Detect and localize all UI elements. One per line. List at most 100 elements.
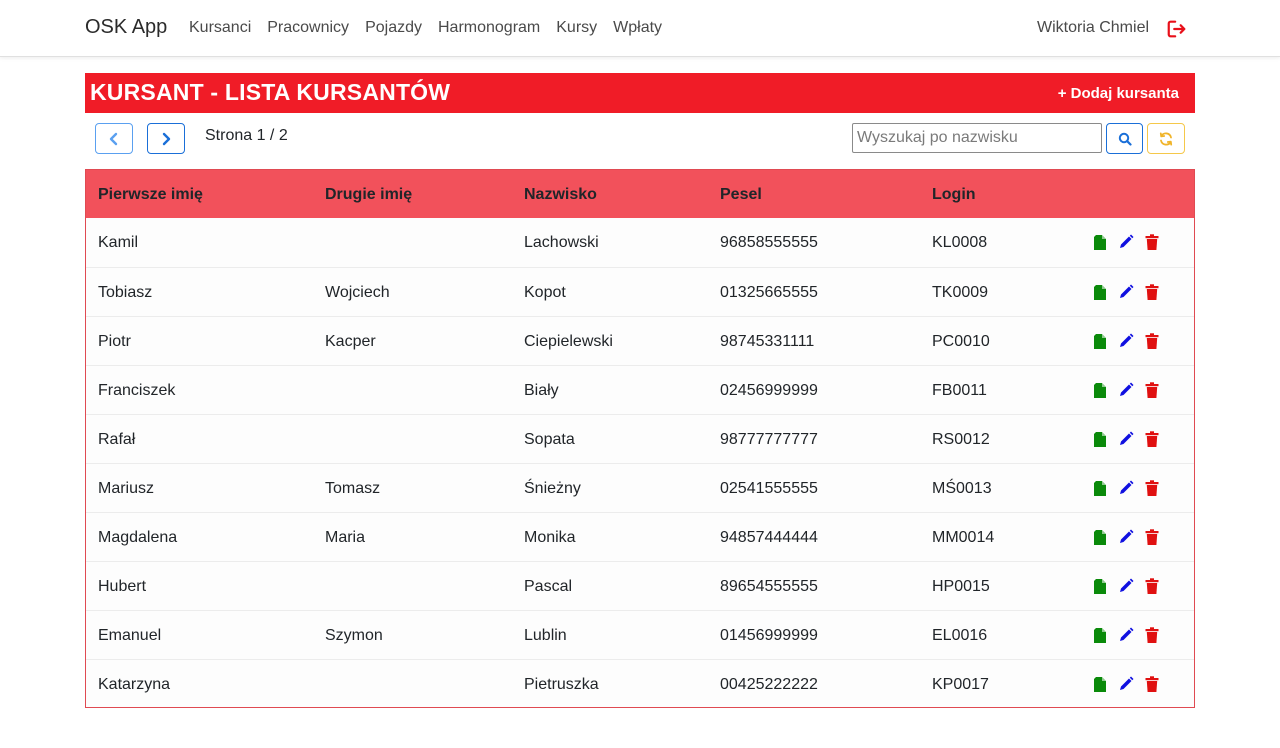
column-header-pesel[interactable]: Pesel <box>720 186 762 204</box>
nav-link-pracownicy[interactable]: Pracownicy <box>267 19 349 37</box>
prev-page-button[interactable] <box>95 123 133 154</box>
table-row: Emanuel Szymon Lublin 01456999999 EL0016 <box>86 610 1194 659</box>
pencil-icon <box>1120 578 1134 592</box>
last-name-cell: Sopata <box>524 431 575 448</box>
view-details-button[interactable] <box>1092 578 1108 595</box>
edit-button[interactable] <box>1118 529 1134 546</box>
view-details-button[interactable] <box>1092 382 1108 399</box>
last-name-cell: Ciepielewski <box>524 333 613 350</box>
edit-button[interactable] <box>1118 480 1134 497</box>
table-row: Mariusz Tomasz Śnieżny 02541555555 MŚ0013 <box>86 463 1194 512</box>
edit-button[interactable] <box>1118 627 1134 644</box>
trash-icon <box>1145 284 1159 300</box>
edit-button[interactable] <box>1118 382 1134 399</box>
edit-button[interactable] <box>1118 431 1134 448</box>
pesel-cell: 94857444444 <box>720 529 818 546</box>
table-row: Hubert Pascal 89654555555 HP0015 <box>86 561 1194 610</box>
login-cell: HP0015 <box>932 578 990 595</box>
search-input[interactable] <box>852 123 1102 153</box>
second-name-cell: Wojciech <box>325 284 390 301</box>
column-header-last-name[interactable]: Nazwisko <box>524 186 597 204</box>
login-cell: FB0011 <box>932 382 987 399</box>
delete-button[interactable] <box>1144 627 1160 644</box>
view-details-button[interactable] <box>1092 333 1108 350</box>
page-header: KURSANT - LISTA KURSANTÓW + Dodaj kursan… <box>85 73 1195 113</box>
nav-link-wplaty[interactable]: Wpłaty <box>613 19 662 37</box>
delete-button[interactable] <box>1144 284 1160 301</box>
edit-button[interactable] <box>1118 676 1134 693</box>
table-row: Kamil Lachowski 96858555555 KL0008 <box>86 218 1194 267</box>
delete-button[interactable] <box>1144 431 1160 448</box>
pencil-icon <box>1120 529 1134 543</box>
view-details-button[interactable] <box>1092 529 1108 546</box>
last-name-cell: Śnieżny <box>524 480 581 497</box>
app-brand[interactable]: OSK App <box>85 16 167 39</box>
trash-icon <box>1145 234 1159 250</box>
next-page-button[interactable] <box>147 123 185 154</box>
delete-button[interactable] <box>1144 676 1160 693</box>
edit-button[interactable] <box>1118 333 1134 350</box>
second-name-cell: Szymon <box>325 627 383 644</box>
last-name-cell: Kopot <box>524 284 566 301</box>
second-name-cell: Maria <box>325 529 366 546</box>
pencil-icon <box>1120 431 1134 445</box>
view-details-button[interactable] <box>1092 627 1108 644</box>
view-details-button[interactable] <box>1092 431 1108 448</box>
login-cell: KP0017 <box>932 676 989 693</box>
refresh-icon <box>1159 131 1173 146</box>
sign-out-icon[interactable] <box>1166 18 1188 40</box>
delete-button[interactable] <box>1144 382 1160 399</box>
page-title: KURSANT - LISTA KURSANTÓW <box>90 79 451 105</box>
file-icon <box>1094 235 1106 250</box>
navbar: OSK App Kursanci Pracownicy Pojazdy Harm… <box>0 0 1280 57</box>
pesel-cell: 98777777777 <box>720 431 818 448</box>
file-icon <box>1094 579 1106 594</box>
delete-button[interactable] <box>1144 234 1160 251</box>
edit-button[interactable] <box>1118 234 1134 251</box>
nav-link-kursanci[interactable]: Kursanci <box>189 19 251 37</box>
pesel-cell: 02456999999 <box>720 382 818 399</box>
table-row: Rafał Sopata 98777777777 RS0012 <box>86 414 1194 463</box>
view-details-button[interactable] <box>1092 480 1108 497</box>
file-icon <box>1094 530 1106 545</box>
add-student-button[interactable]: + Dodaj kursanta <box>1058 85 1179 102</box>
view-details-button[interactable] <box>1092 234 1108 251</box>
delete-button[interactable] <box>1144 578 1160 595</box>
refresh-button[interactable] <box>1147 123 1185 154</box>
nav-link-harmonogram[interactable]: Harmonogram <box>438 19 540 37</box>
first-name-cell: Mariusz <box>98 480 155 497</box>
file-icon <box>1094 677 1106 692</box>
last-name-cell: Lublin <box>524 627 567 644</box>
pencil-icon <box>1120 284 1134 298</box>
chevron-right-icon <box>162 132 171 145</box>
view-details-button[interactable] <box>1092 284 1108 301</box>
nav-link-pojazdy[interactable]: Pojazdy <box>365 19 422 37</box>
edit-button[interactable] <box>1118 578 1134 595</box>
pencil-icon <box>1120 333 1134 347</box>
search-button[interactable] <box>1106 123 1143 154</box>
pesel-cell: 98745331111 <box>720 333 815 350</box>
user-name[interactable]: Wiktoria Chmiel <box>1037 19 1149 37</box>
trash-icon <box>1145 627 1159 643</box>
first-name-cell: Piotr <box>98 333 131 350</box>
view-details-button[interactable] <box>1092 676 1108 693</box>
column-header-second-name[interactable]: Drugie imię <box>325 186 412 204</box>
delete-button[interactable] <box>1144 529 1160 546</box>
edit-button[interactable] <box>1118 284 1134 301</box>
trash-icon <box>1145 382 1159 398</box>
delete-button[interactable] <box>1144 480 1160 497</box>
delete-button[interactable] <box>1144 333 1160 350</box>
nav-link-kursy[interactable]: Kursy <box>556 19 597 37</box>
table-row: Magdalena Maria Monika 94857444444 MM0014 <box>86 512 1194 561</box>
pencil-icon <box>1120 234 1134 248</box>
last-name-cell: Pietruszka <box>524 676 599 693</box>
first-name-cell: Emanuel <box>98 627 162 644</box>
table-row: Tobiasz Wojciech Kopot 01325665555 TK0009 <box>86 267 1194 316</box>
first-name-cell: Franciszek <box>98 382 176 399</box>
first-name-cell: Kamil <box>98 234 139 251</box>
column-header-login[interactable]: Login <box>932 186 976 204</box>
login-cell: PC0010 <box>932 333 990 350</box>
search-icon <box>1118 132 1132 146</box>
column-header-first-name[interactable]: Pierwsze imię <box>98 186 203 204</box>
chevron-left-icon <box>109 132 118 145</box>
